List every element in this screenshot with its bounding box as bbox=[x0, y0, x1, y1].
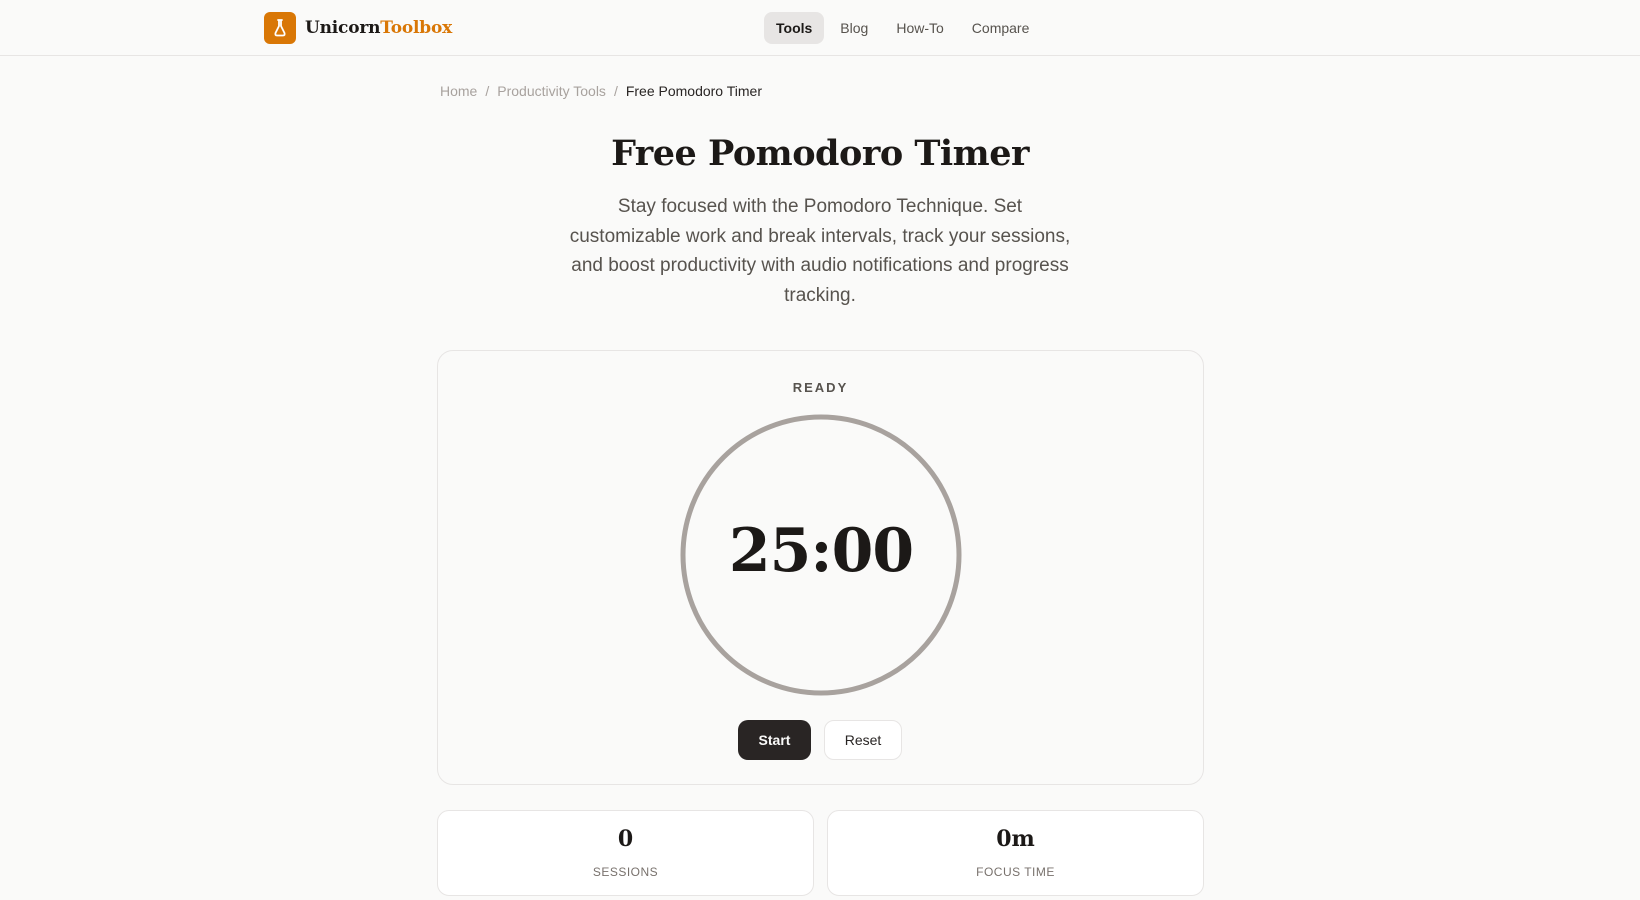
breadcrumb-separator: / bbox=[613, 83, 618, 99]
page-title: Free Pomodoro Timer bbox=[611, 133, 1029, 174]
flask-icon bbox=[264, 12, 296, 44]
breadcrumb-home[interactable]: Home bbox=[440, 83, 477, 99]
brand-name-part2: Toolbox bbox=[380, 18, 453, 38]
timer-display: 25:00 bbox=[728, 516, 914, 586]
brand-logo-link[interactable]: UnicornToolbox bbox=[264, 12, 452, 44]
brand-name-part1: Unicorn bbox=[305, 18, 381, 38]
sessions-stat-card: 0 SESSIONS bbox=[437, 810, 814, 896]
brand-name: UnicornToolbox bbox=[305, 18, 452, 38]
focus-time-stat-card: 0m FOCUS TIME bbox=[827, 810, 1204, 896]
nav-item-blog[interactable]: Blog bbox=[828, 12, 880, 44]
main-nav: Tools Blog How-To Compare bbox=[764, 12, 1041, 44]
breadcrumb-productivity-tools[interactable]: Productivity Tools bbox=[497, 83, 606, 99]
breadcrumb-separator: / bbox=[485, 83, 490, 99]
nav-item-compare[interactable]: Compare bbox=[960, 12, 1042, 44]
nav-item-how-to[interactable]: How-To bbox=[884, 12, 955, 44]
nav-item-tools[interactable]: Tools bbox=[764, 12, 825, 44]
focus-time-label: FOCUS TIME bbox=[976, 865, 1055, 879]
focus-time-value: 0m bbox=[996, 826, 1035, 852]
timer-status: READY bbox=[792, 380, 849, 395]
sessions-count: 0 bbox=[617, 826, 634, 852]
sessions-label: SESSIONS bbox=[592, 865, 659, 879]
breadcrumb-current: Free Pomodoro Timer bbox=[625, 83, 762, 99]
timer-card: READY 25:00 Start Reset bbox=[437, 350, 1204, 785]
start-button[interactable]: Start bbox=[738, 720, 811, 760]
page-description: Stay focused with the Pomodoro Technique… bbox=[569, 196, 1071, 306]
breadcrumb: Home / Productivity Tools / Free Pomodor… bbox=[440, 81, 762, 101]
top-navigation-bar: UnicornToolbox Tools Blog How-To Compare bbox=[0, 0, 1640, 56]
reset-button[interactable]: Reset bbox=[824, 720, 902, 760]
